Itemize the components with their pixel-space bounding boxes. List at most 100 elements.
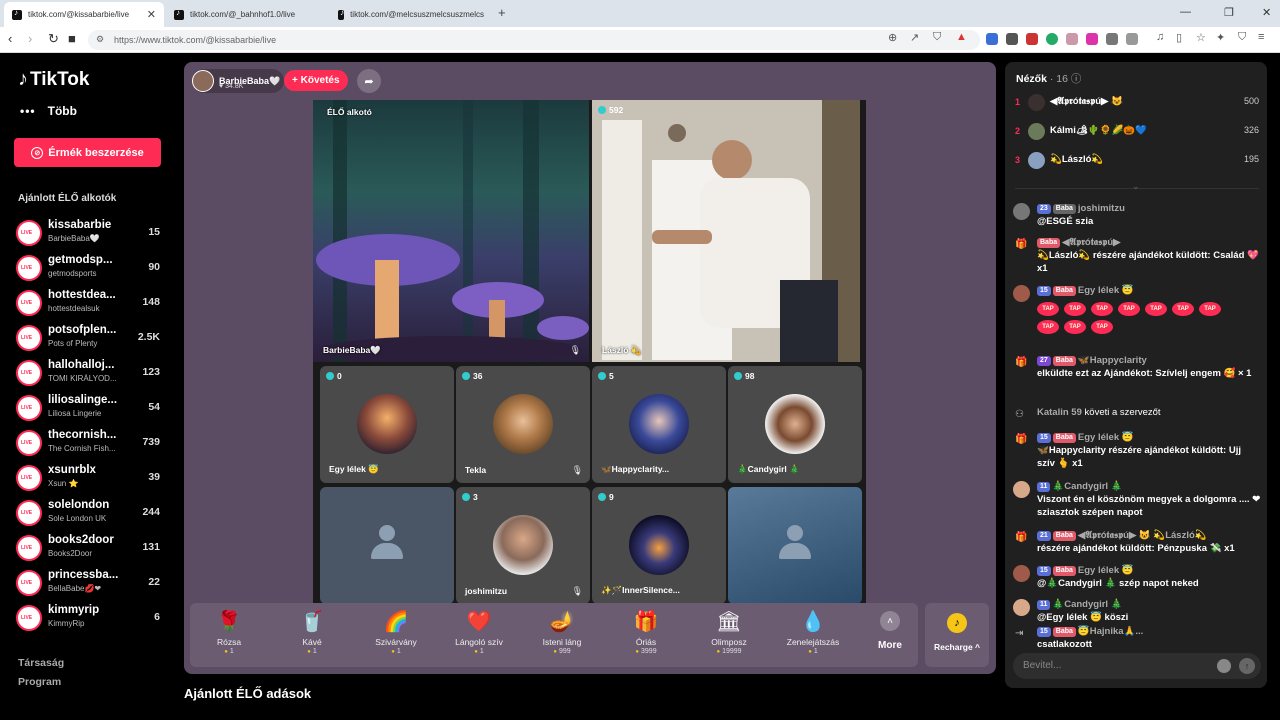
creator-item[interactable]: LIVE xsunrblx Xsun ⭐ 39 <box>16 463 162 495</box>
chat-username[interactable]: joshimitzu <box>1078 203 1125 214</box>
more-gifts-button[interactable]: ˄ More <box>870 611 910 651</box>
restore-icon[interactable]: ❐ <box>1224 6 1234 19</box>
creator-item[interactable]: LIVE liliosalinge... Liliosa Lingerie 54 <box>16 393 162 425</box>
host-info[interactable]: BarbieBaba🤍 ♥ 34.8K <box>192 69 285 93</box>
avatar[interactable] <box>1013 203 1030 220</box>
browser-tab-1[interactable]: tiktok.com/@kissabarbie/live ✕ <box>4 2 164 27</box>
extensions-icon[interactable]: ✦ <box>1216 31 1225 44</box>
site-info-icon[interactable]: ⚙ <box>96 34 104 45</box>
close-tab-icon[interactable]: ✕ <box>147 8 156 21</box>
top-viewer-row[interactable]: 3 💫László💫 195 <box>1015 151 1259 171</box>
address-bar[interactable]: ⚙ https://www.tiktok.com/@kissabarbie/li… <box>88 30 980 50</box>
guest-tile[interactable]: 98 🎄Candygirl 🎄 <box>728 366 862 483</box>
window-close-icon[interactable]: ✕ <box>1262 6 1271 19</box>
chat-username[interactable]: Egy lélek 😇 <box>1078 432 1134 443</box>
send-icon[interactable]: ↑ <box>1239 658 1255 674</box>
extension-box-icon[interactable] <box>1126 33 1138 45</box>
zoom-icon[interactable]: ⊕ <box>888 31 897 44</box>
forward-icon[interactable]: › <box>28 31 32 46</box>
share-button[interactable]: ➦ <box>357 69 381 93</box>
gift-item[interactable]: 🥤 Kávé 1 <box>277 609 347 655</box>
guest-tile[interactable]: 36 Tekla 🎙 <box>456 366 590 483</box>
creator-name: kimmyrip <box>48 604 100 616</box>
minimize-icon[interactable]: — <box>1180 6 1191 18</box>
media-icon[interactable]: ♫ <box>1156 31 1164 43</box>
gift-item[interactable]: 💧 Zenelejátszás 1 <box>778 609 848 655</box>
extension-hls-icon[interactable] <box>1026 33 1038 45</box>
viewers-header[interactable]: Nézők · 16 ⓘ <box>1016 71 1081 86</box>
chat-username[interactable]: Katalin 59 <box>1037 407 1082 418</box>
sidebar-icon[interactable]: ▯ <box>1176 31 1182 44</box>
extension-color-icon[interactable] <box>1066 33 1078 45</box>
chat-username[interactable]: ◀𝕬𝖕𝖗ó𝖙𝖆𝖘𝖕ú▶ 😺 💫László💫 <box>1078 530 1207 541</box>
creator-item[interactable]: LIVE thecornish... The Cornish Fish... 7… <box>16 428 162 460</box>
guest-tile[interactable]: 3 joshimitzu 🎙 <box>456 487 590 604</box>
guest-tile[interactable]: 5 🦋Happyclarity... <box>592 366 726 483</box>
chat-username[interactable]: 🦋Happyclarity <box>1078 355 1147 366</box>
guest-video-tile-laszlo[interactable]: 592 László 💫 <box>592 100 860 362</box>
avatar[interactable] <box>1013 565 1030 582</box>
menu-icon[interactable]: ≡ <box>1258 31 1264 43</box>
bookmark-icon[interactable]: ■ <box>68 31 76 46</box>
share-icon[interactable]: ↗ <box>910 31 919 44</box>
host-video-tile[interactable]: ÉLŐ alkotó BarbieBaba🤍 🎙 <box>313 100 589 362</box>
footer-link-program[interactable]: Program <box>18 676 61 688</box>
guest-tile[interactable]: 0 Egy lélek 😇 <box>320 366 454 483</box>
top-viewer-row[interactable]: 1 ◀𝕬𝖕𝖗ó𝖙𝖆𝖘𝖕ú▶ 😺 500 <box>1015 93 1259 113</box>
creator-item[interactable]: LIVE princessba... BellaBabe💋❤ 22 <box>16 568 162 600</box>
chat-username[interactable]: ◀𝕬𝖕𝖗ó𝖙𝖆𝖘𝖕ú▶ <box>1062 237 1120 248</box>
recharge-button[interactable]: ♪ Recharge ^ <box>925 603 989 667</box>
chevron-down-icon[interactable]: ⌄ <box>1132 181 1140 192</box>
extension-globe-icon[interactable] <box>1046 33 1058 45</box>
top-viewer-row[interactable]: 2 Kálmi🏕🌵🌻🌽🎃💙 326 <box>1015 122 1259 142</box>
creator-item[interactable]: LIVE solelondon Sole London UK 244 <box>16 498 162 530</box>
shield-icon[interactable]: ⛉ <box>933 31 941 44</box>
tiktok-logo[interactable]: ♪ TikTok <box>18 68 89 91</box>
footer-link-company[interactable]: Társaság <box>18 657 64 669</box>
creator-item[interactable]: LIVE potsofplen... Pots of Plenty 2.5K <box>16 323 162 355</box>
gift-item[interactable]: 🪔 Isteni láng 999 <box>527 609 597 655</box>
gift-item[interactable]: 🏛 Olimposz 19999 <box>694 609 764 655</box>
creator-item[interactable]: LIVE hottestdea... hottestdealsuk 148 <box>16 288 162 320</box>
creator-item[interactable]: LIVE kissabarbie BarbieBaba🤍 15 <box>16 218 162 250</box>
creator-item[interactable]: LIVE books2door Books2Door 131 <box>16 533 162 565</box>
avatar[interactable] <box>1013 285 1030 302</box>
chat-username[interactable]: 😇Hajnika🙏... <box>1078 626 1143 637</box>
avatar[interactable] <box>1013 481 1030 498</box>
chat-username[interactable]: Egy lélek 😇 <box>1078 285 1134 296</box>
gift-item[interactable]: 🌹 Rózsa 1 <box>194 609 264 655</box>
chat-username[interactable]: Egy lélek 😇 <box>1078 565 1134 576</box>
empty-guest-slot[interactable] <box>320 487 454 604</box>
more-menu[interactable]: ••• Több <box>20 104 77 118</box>
chat-username[interactable]: 🎄Candygirl 🎄 <box>1052 481 1122 492</box>
browser-shield-icon[interactable]: ⛉ <box>1238 31 1246 44</box>
man-at-door-image <box>592 100 860 362</box>
browser-tab-3[interactable]: tiktok.com/@melcsuszmelcsuszmelcs <box>330 2 492 27</box>
gift-item[interactable]: ❤️ Lángoló szív 1 <box>444 609 514 655</box>
follow-button[interactable]: + Követés <box>284 70 348 91</box>
chat-input[interactable]: Bevitel... ↑ <box>1013 653 1261 679</box>
extension-translate-icon[interactable] <box>986 33 998 45</box>
guest-tile[interactable]: 9 ✨🪄InnerSilence... <box>592 487 726 604</box>
new-tab-icon[interactable]: + <box>498 5 506 20</box>
favorites-icon[interactable]: ☆ <box>1196 31 1206 44</box>
extension-face-icon[interactable] <box>1106 33 1118 45</box>
get-coins-button[interactable]: ⊘ Érmék beszerzése <box>14 138 161 167</box>
warning-icon[interactable]: ▲ <box>956 31 967 43</box>
browser-tab-2[interactable]: tiktok.com/@_bahnhof1.0/live <box>166 2 328 27</box>
gift-item[interactable]: 🎁 Óriás 3999 <box>611 609 681 655</box>
extension-shield-icon[interactable] <box>1086 33 1098 45</box>
chat-username[interactable]: 🎄Candygirl 🎄 <box>1052 599 1122 610</box>
creator-item[interactable]: LIVE kimmyrip KimmyRip 6 <box>16 603 162 635</box>
back-icon[interactable]: ‹ <box>8 31 12 46</box>
gift-item[interactable]: 🌈 Szivárvány 1 <box>361 609 431 655</box>
host-avatar[interactable] <box>192 70 214 92</box>
avatar[interactable] <box>1013 599 1030 616</box>
creator-item[interactable]: LIVE getmodsp... getmodsports 90 <box>16 253 162 285</box>
extension-x-icon[interactable] <box>1006 33 1018 45</box>
info-icon[interactable]: ⓘ <box>1071 73 1082 85</box>
reload-icon[interactable]: ↻ <box>48 31 59 47</box>
creator-item[interactable]: LIVE hallohalloj... TOMI KIRÁLYOD... 123 <box>16 358 162 390</box>
empty-guest-slot[interactable] <box>728 487 862 604</box>
emoji-icon[interactable] <box>1217 659 1231 673</box>
